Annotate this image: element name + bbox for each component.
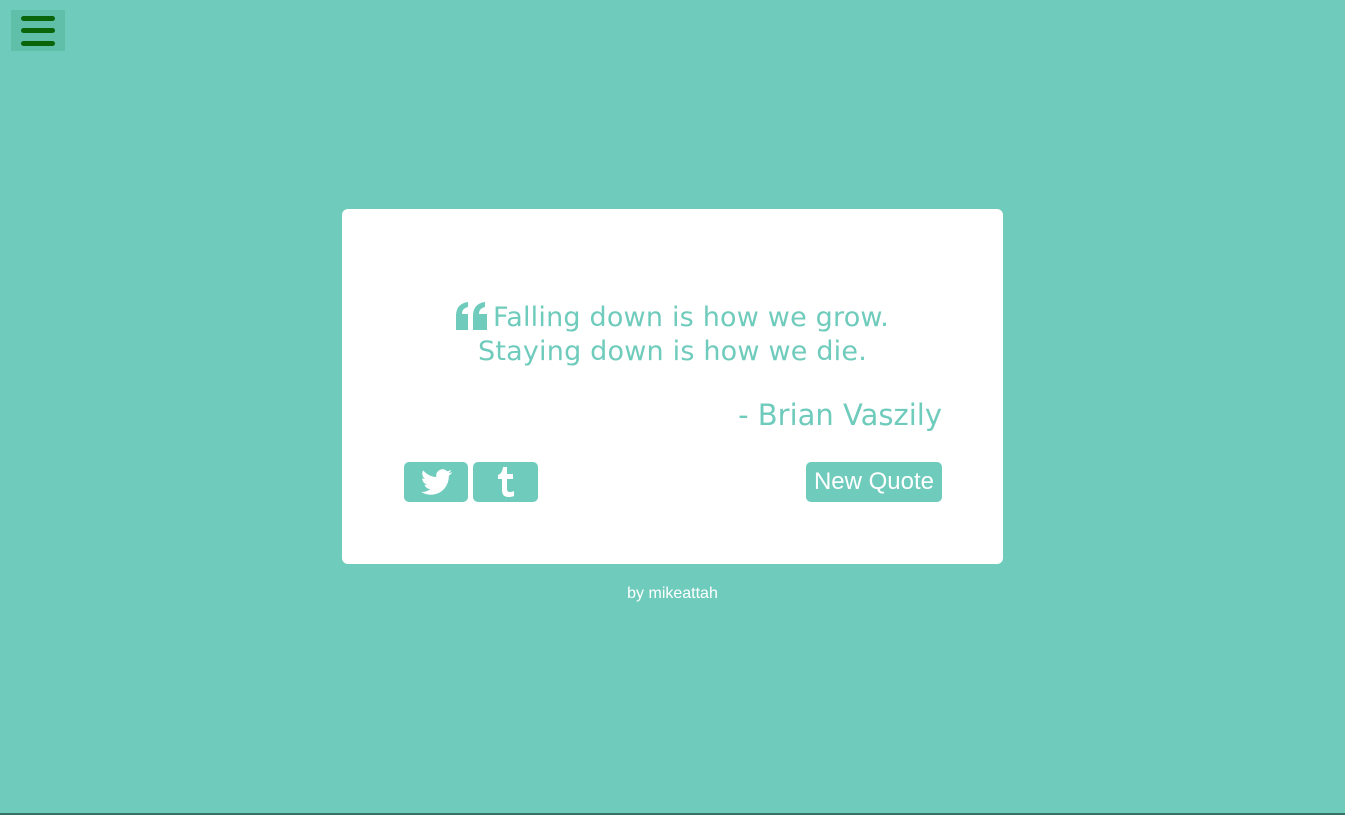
quote-text-block: Falling down is how we grow. Staying dow… [404,301,941,369]
menu-button[interactable] [11,10,65,51]
quote-text: Falling down is how we grow. Staying dow… [478,302,890,367]
hamburger-menu-icon [21,15,55,46]
quote-left-icon [455,302,487,330]
new-quote-button[interactable]: New Quote [805,462,942,502]
twitter-icon [420,468,452,495]
tumblr-icon [498,467,514,497]
menu-bar-bottom [21,40,55,46]
menu-bar-top [21,15,55,21]
quote-card: Falling down is how we grow. Staying dow… [342,209,1003,564]
menu-bar-middle [21,28,55,33]
tweet-button[interactable] [404,462,468,502]
quote-author: - Brian Vaszily [738,398,942,432]
tumblr-post-button[interactable] [473,462,538,502]
author-credit: by mikeattah [627,585,718,602]
